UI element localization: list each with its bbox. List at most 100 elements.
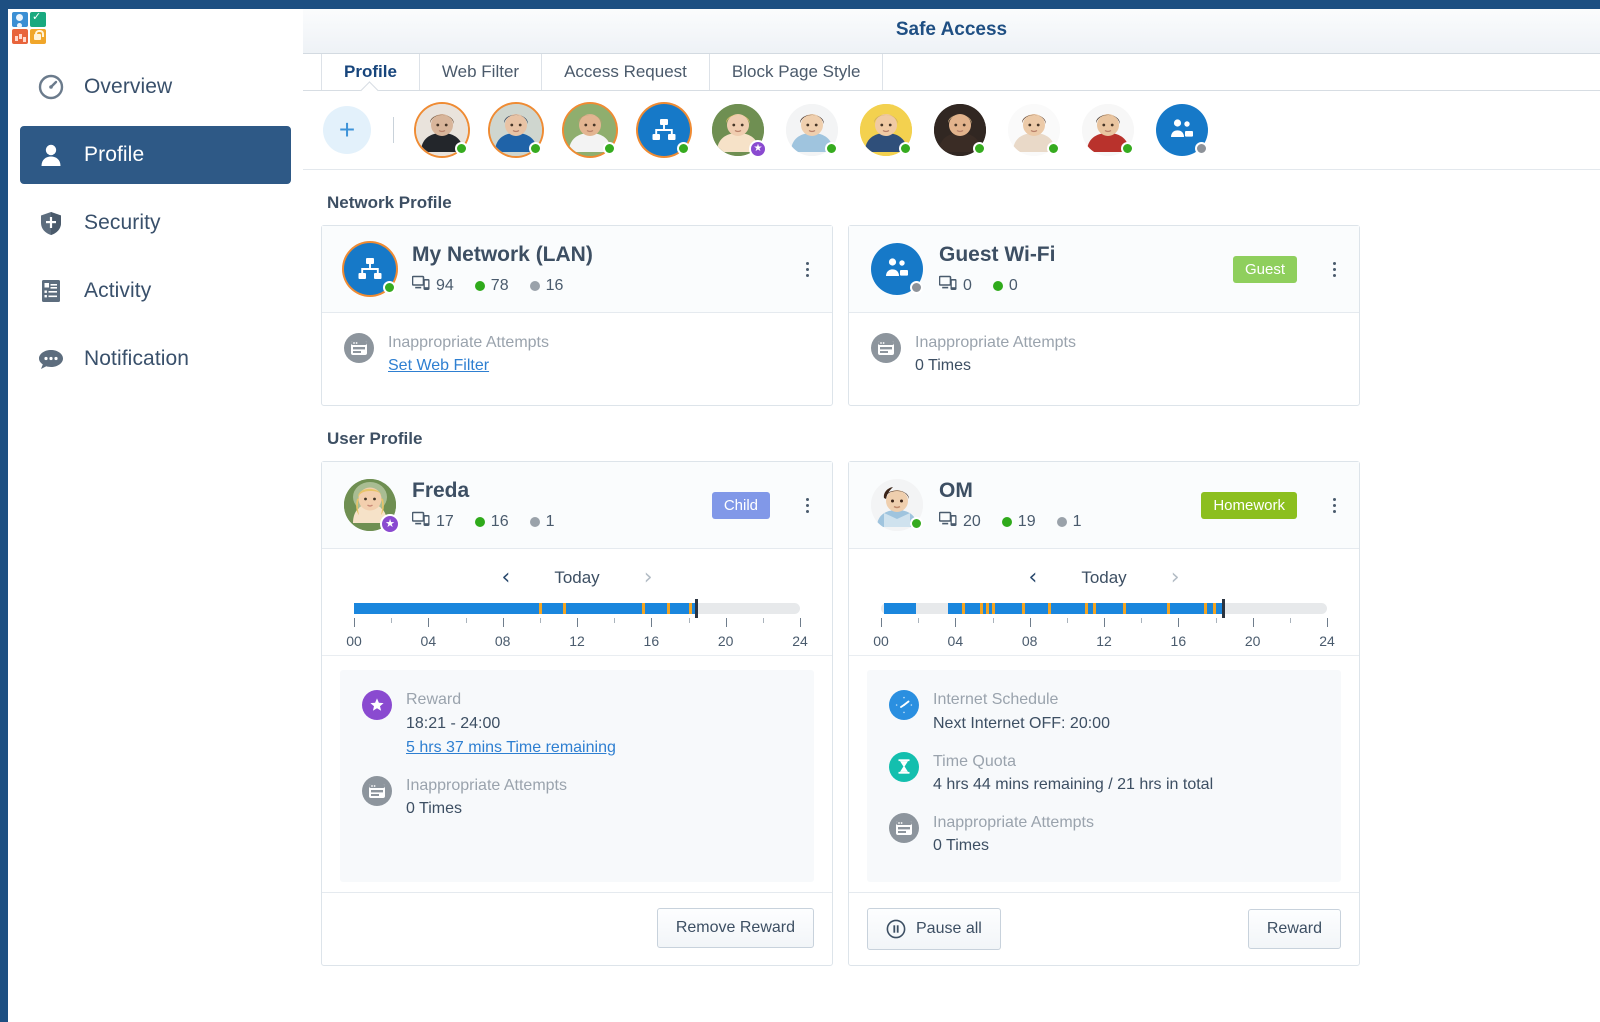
reward-button[interactable]: Reward [1248,909,1341,949]
card-header: My Network (LAN) 94 [322,226,832,313]
star-icon [362,690,392,720]
timeline-tick [800,618,801,627]
card-header: OM 20 19 [849,462,1359,549]
status-dot-online [825,142,838,155]
timeline-tick-label: 00 [346,633,362,649]
tab-block-page-style[interactable]: Block Page Style [710,54,884,90]
next-day-button[interactable]: › [1171,567,1180,589]
tab-profile[interactable]: Profile [321,54,420,90]
timeline-tick [391,618,392,623]
status-dot-online [1121,142,1134,155]
avatar-network[interactable] [638,104,690,156]
timeline-blocked-mark [1085,603,1088,614]
guest-avatar [871,243,923,295]
next-day-button[interactable]: › [644,567,653,589]
sidebar-item-notification[interactable]: Notification [20,330,291,388]
avatar-2[interactable] [490,104,542,156]
timeline-tick [503,618,504,627]
card-menu-button[interactable] [1323,255,1345,283]
timeline-tick-label: 04 [421,633,437,649]
timeline-blocked-mark [642,603,645,614]
network-card-lan[interactable]: My Network (LAN) 94 [321,225,833,406]
network-profile-heading: Network Profile [303,170,1600,225]
count-offline-value: 1 [1073,513,1082,531]
status-badge: Guest [1233,256,1297,283]
card-footer: Pause all Reward [849,892,1359,965]
card-title: Guest Wi-Fi [939,242,1217,267]
sidebar-item-activity[interactable]: Activity [20,262,291,320]
count-offline-value: 16 [546,277,564,295]
prev-day-button[interactable]: ‹ [502,567,511,589]
set-web-filter-link[interactable]: Set Web Filter [388,354,489,378]
page-title: Safe Access [303,19,1600,41]
user-card-om[interactable]: OM 20 19 [848,461,1360,966]
tab-web-filter[interactable]: Web Filter [420,54,542,90]
add-profile-button[interactable]: + [323,106,371,154]
info-label: Reward [406,688,616,711]
avatar-om[interactable] [786,104,838,156]
count-online-value: 19 [1018,513,1036,531]
button-label: Reward [1267,920,1322,938]
tab-access-request[interactable]: Access Request [542,54,710,90]
status-dot-online [973,142,986,155]
sidebar-item-profile[interactable]: Profile [20,126,291,184]
sidebar-item-overview[interactable]: Overview [20,58,291,116]
info-label: Inappropriate Attempts [933,811,1094,834]
online-dot-icon [475,517,485,527]
card-menu-button[interactable] [1323,491,1345,519]
avatar-8[interactable] [934,104,986,156]
tab-label: Access Request [564,62,687,82]
profile-body: Network Profile My Network (LAN) [303,170,1600,1022]
avatar-10[interactable] [1082,104,1134,156]
info-text: Time Quota 4 hrs 44 mins remaining / 21 … [933,750,1213,797]
info-label: Internet Schedule [933,688,1110,711]
timeline-bar[interactable] [354,603,800,614]
card-header-text: Guest Wi-Fi 0 0 [939,242,1217,296]
count-total: 94 [412,275,454,296]
user-profile-heading: User Profile [303,406,1600,461]
remove-reward-button[interactable]: Remove Reward [657,908,814,948]
clock-icon [889,690,919,720]
avatar-9[interactable] [1008,104,1060,156]
timeline-blocked-mark [1048,603,1051,614]
card-menu-button[interactable] [796,491,818,519]
timeline-ticks [354,618,800,631]
timeline-tick [1104,618,1105,627]
avatar-guest[interactable] [1156,104,1208,156]
info-label: Inappropriate Attempts [406,774,567,797]
timeline-tick [1327,618,1328,627]
user-card-freda[interactable]: ★ Freda 17 [321,461,833,966]
prev-day-button[interactable]: ‹ [1029,567,1038,589]
timeline-section: ‹ Today › 00040812162024 [322,549,832,656]
offline-dot-icon [1057,517,1067,527]
count-total: 20 [939,511,981,532]
timeline-tick [577,618,578,627]
plus-icon: + [339,116,355,144]
avatar-freda[interactable]: ★ [712,104,764,156]
avatar-1[interactable] [416,104,468,156]
avatar-3[interactable] [564,104,616,156]
browser-block-icon [871,333,901,363]
time-remaining-link[interactable]: 5 hrs 37 mins Time remaining [406,736,616,760]
card-menu-button[interactable] [796,255,818,283]
speedometer-icon [36,72,66,102]
info-text: Inappropriate Attempts 0 Times [915,331,1076,378]
count-online-value: 0 [1009,277,1018,295]
avatar: ★ [344,479,396,531]
sidebar-item-label: Profile [84,143,144,167]
info-label: Inappropriate Attempts [915,331,1076,354]
network-card-guest[interactable]: Guest Wi-Fi 0 0 [848,225,1360,406]
info-row-attempts: Inappropriate Attempts 0 Times [362,774,794,821]
timeline-tick [1216,618,1217,623]
hourglass-icon [889,752,919,782]
devices-icon [412,275,430,296]
status-dot-online [529,142,542,155]
timeline-blocked-mark [986,603,989,614]
pause-all-button[interactable]: Pause all [867,908,1001,950]
timeline-tick [466,618,467,623]
avatar-7[interactable] [860,104,912,156]
sidebar-item-security[interactable]: Security [20,194,291,252]
timeline-blocked-mark [962,603,965,614]
timeline-bar[interactable] [881,603,1327,614]
timeline-tick [1290,618,1291,623]
